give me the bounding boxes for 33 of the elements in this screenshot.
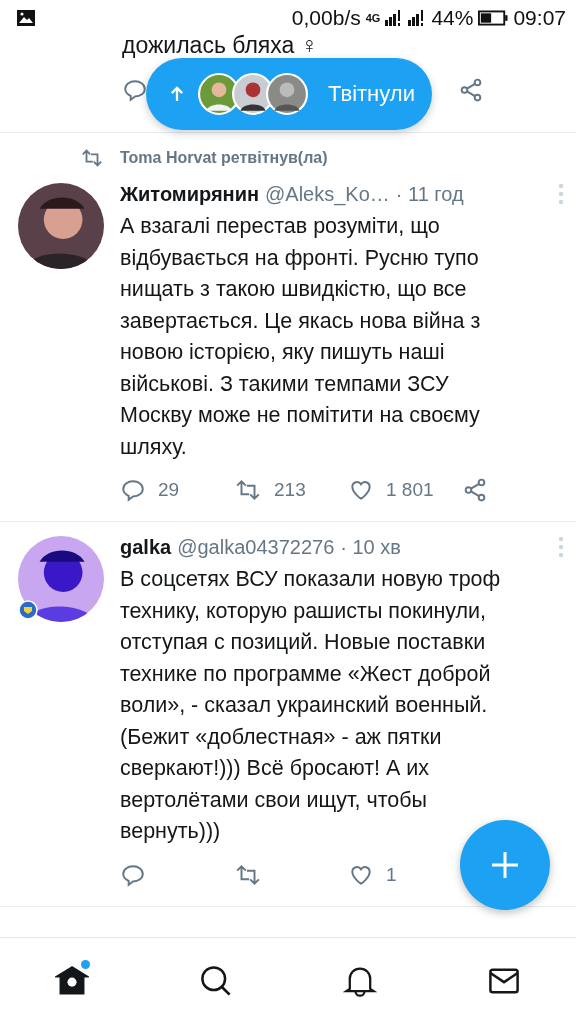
home-icon[interactable] [55,964,89,998]
reply-icon[interactable] [120,477,146,503]
reply-count: 29 [158,479,180,501]
reply-icon[interactable] [122,77,148,103]
clock: 09:07 [513,6,566,30]
author-handle: @galka04372276 [177,535,335,559]
compose-button[interactable] [460,820,550,910]
retweet-icon[interactable] [234,477,262,503]
tweet-text: дожилась бляха ♀ [121,33,319,57]
retweet-icon [80,147,104,169]
battery-icon [478,10,509,26]
share-icon[interactable] [458,77,484,103]
tweet-text: В соцсетях ВСУ показали новую троф технику, которую рашисты покинули, отступая с позиций. Новые поставки технике по программе «Жест доброй воли», - сказал украинский военный. (Бежит «доблестная» - аж пятки сверкают!))) Всё бросают! А их вертолётами свои ищут, чтобы вернуть))) [120,566,502,845]
battery-percent: 44% [431,6,474,30]
like-count: 1 [386,863,397,886]
author-name[interactable]: Житомирянин [120,182,260,206]
like-count: 1 801 [386,479,434,501]
tweet-text: А взагалі перестав розуміти, що відбувається на фронті. Русню тупо нищать з такою швидкістю, що все завертається. Це якась нова війна з новою історією, яку пишуть наші військові. З такими темпами ЗСУ Москву може не помітити на своєму шляху. [120,213,482,461]
arrow-up-icon [170,86,184,102]
network-speed: 0,00b/s [291,6,361,30]
tweet-time: · 11 год [395,182,464,206]
author-name[interactable]: galka [120,535,172,559]
retweet-count: 213 [274,479,306,501]
retweeted-by: Toma Horvat ретвітнув(ла) [120,149,328,167]
plus-icon [490,850,520,880]
network-type: 4G [365,12,381,24]
image-icon [16,8,36,28]
tweet-time: · 10 хв [340,535,401,559]
avatar [266,73,308,115]
bell-icon[interactable] [343,964,377,998]
author-handle: @Aleks_Ko… [265,182,390,206]
search-icon[interactable] [199,964,233,998]
share-icon[interactable] [462,477,488,503]
